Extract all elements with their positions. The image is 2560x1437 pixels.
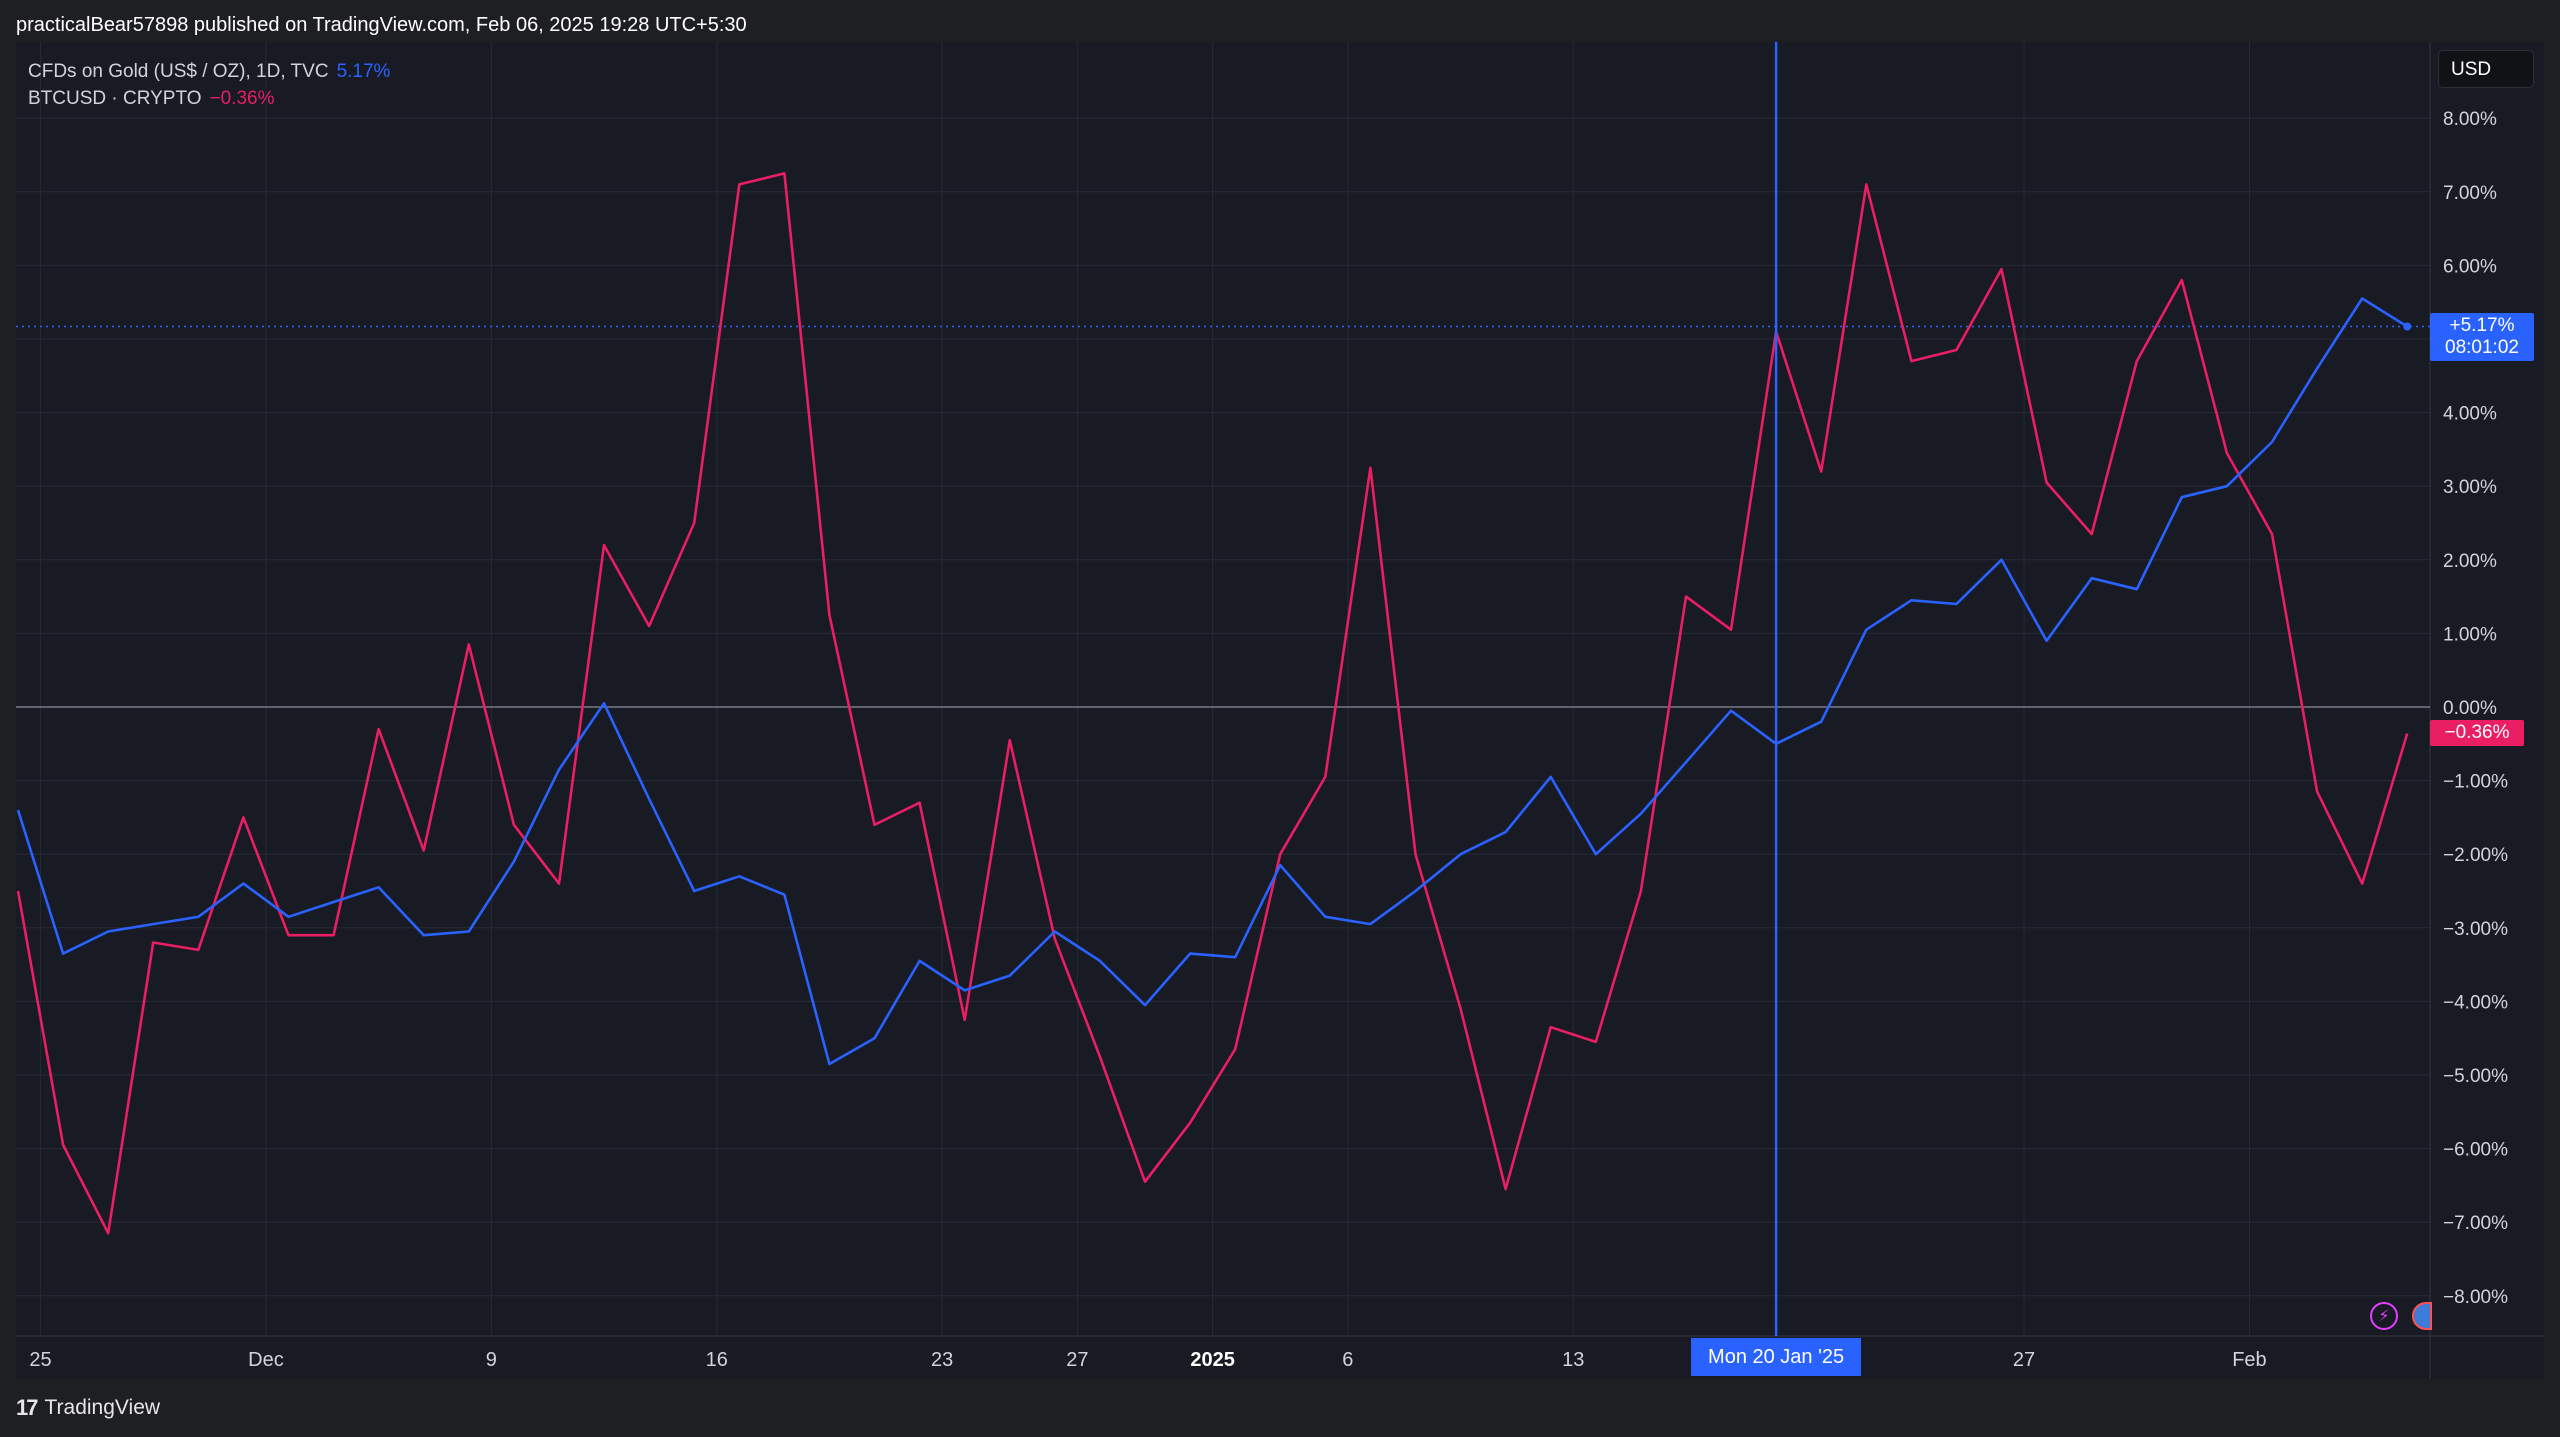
footer-brand[interactable]: TradingView [44, 1396, 160, 1420]
legend-item-btc[interactable]: BTCUSD · CRYPTO −0.36% [28, 85, 390, 112]
y-tick-label: 0.00% [2443, 698, 2497, 719]
y-tick-label: −7.00% [2443, 1213, 2508, 1234]
footer: 17 TradingView [16, 1395, 160, 1421]
gold-badge-countdown: 08:01:02 [2445, 337, 2519, 359]
x-tick-label: 13 [1562, 1349, 1584, 1371]
gold-price-badge: +5.17% 08:01:02 [2430, 313, 2534, 362]
gold-last-point [2403, 322, 2412, 331]
x-tick-label: 2025 [1190, 1349, 1235, 1371]
legend-item-gold[interactable]: CFDs on Gold (US$ / OZ), 1D, TVC 5.17% [28, 58, 390, 85]
legend-gold-value: 5.17% [336, 61, 391, 82]
y-tick-label: 4.00% [2443, 404, 2497, 425]
btc-price-badge: −0.36% [2430, 720, 2524, 747]
gold-badge-value: +5.17% [2449, 315, 2515, 337]
y-tick-label: 1.00% [2443, 624, 2497, 645]
y-tick-label: 7.00% [2443, 183, 2497, 204]
y-tick-label: −4.00% [2443, 992, 2508, 1013]
legend: CFDs on Gold (US$ / OZ), 1D, TVC 5.17% BT… [28, 58, 390, 112]
zero-line-layer [16, 325, 2430, 708]
flag-icon[interactable] [2412, 1302, 2432, 1330]
y-tick-label: 3.00% [2443, 477, 2497, 498]
x-tick-label: Dec [248, 1349, 284, 1371]
y-tick-label: 8.00% [2443, 109, 2497, 130]
x-tick-label: 25 [29, 1349, 51, 1371]
x-tick-label: 16 [706, 1349, 728, 1371]
x-tick-label: Feb [2232, 1349, 2266, 1371]
legend-btc-name: BTCUSD · CRYPTO [28, 88, 202, 109]
legend-btc-value: −0.36% [209, 88, 275, 109]
x-axis: 25 Dec 9 16 23 27 2025 6 13 27 Feb [29, 1349, 2266, 1371]
y-tick-label: −6.00% [2443, 1140, 2508, 1161]
y-tick-label: −2.00% [2443, 845, 2508, 866]
x-tick-label: 23 [931, 1349, 953, 1371]
x-tick-label: 27 [2013, 1349, 2035, 1371]
y-tick-label: −5.00% [2443, 1066, 2508, 1087]
y-tick-label: −1.00% [2443, 772, 2508, 793]
y-tick-label: −3.00% [2443, 919, 2508, 940]
crosshair-date-label: Mon 20 Jan '25 [1691, 1338, 1862, 1376]
y-tick-label: 2.00% [2443, 551, 2497, 572]
y-tick-label: −8.00% [2443, 1287, 2508, 1308]
y-tick-label: 6.00% [2443, 256, 2497, 277]
legend-gold-name: CFDs on Gold (US$ / OZ), 1D, TVC [28, 61, 329, 82]
y-axis: 8.00%7.00%6.00%5.00%4.00%3.00%2.00%1.00%… [2443, 109, 2508, 1308]
x-tick-label: 9 [486, 1349, 497, 1371]
x-tick-label: 6 [1342, 1349, 1353, 1371]
currency-selector[interactable]: USD [2438, 50, 2534, 88]
x-tick-label: 27 [1066, 1349, 1088, 1371]
series-layer [16, 172, 2412, 1235]
chart-svg[interactable]: 8.00%7.00%6.00%5.00%4.00%3.00%2.00%1.00%… [0, 0, 2560, 1437]
grid-layer [16, 42, 2544, 1379]
lightning-icon[interactable]: ⚡ [2370, 1302, 2398, 1330]
tradingview-logo-icon[interactable]: 17 [16, 1395, 39, 1421]
